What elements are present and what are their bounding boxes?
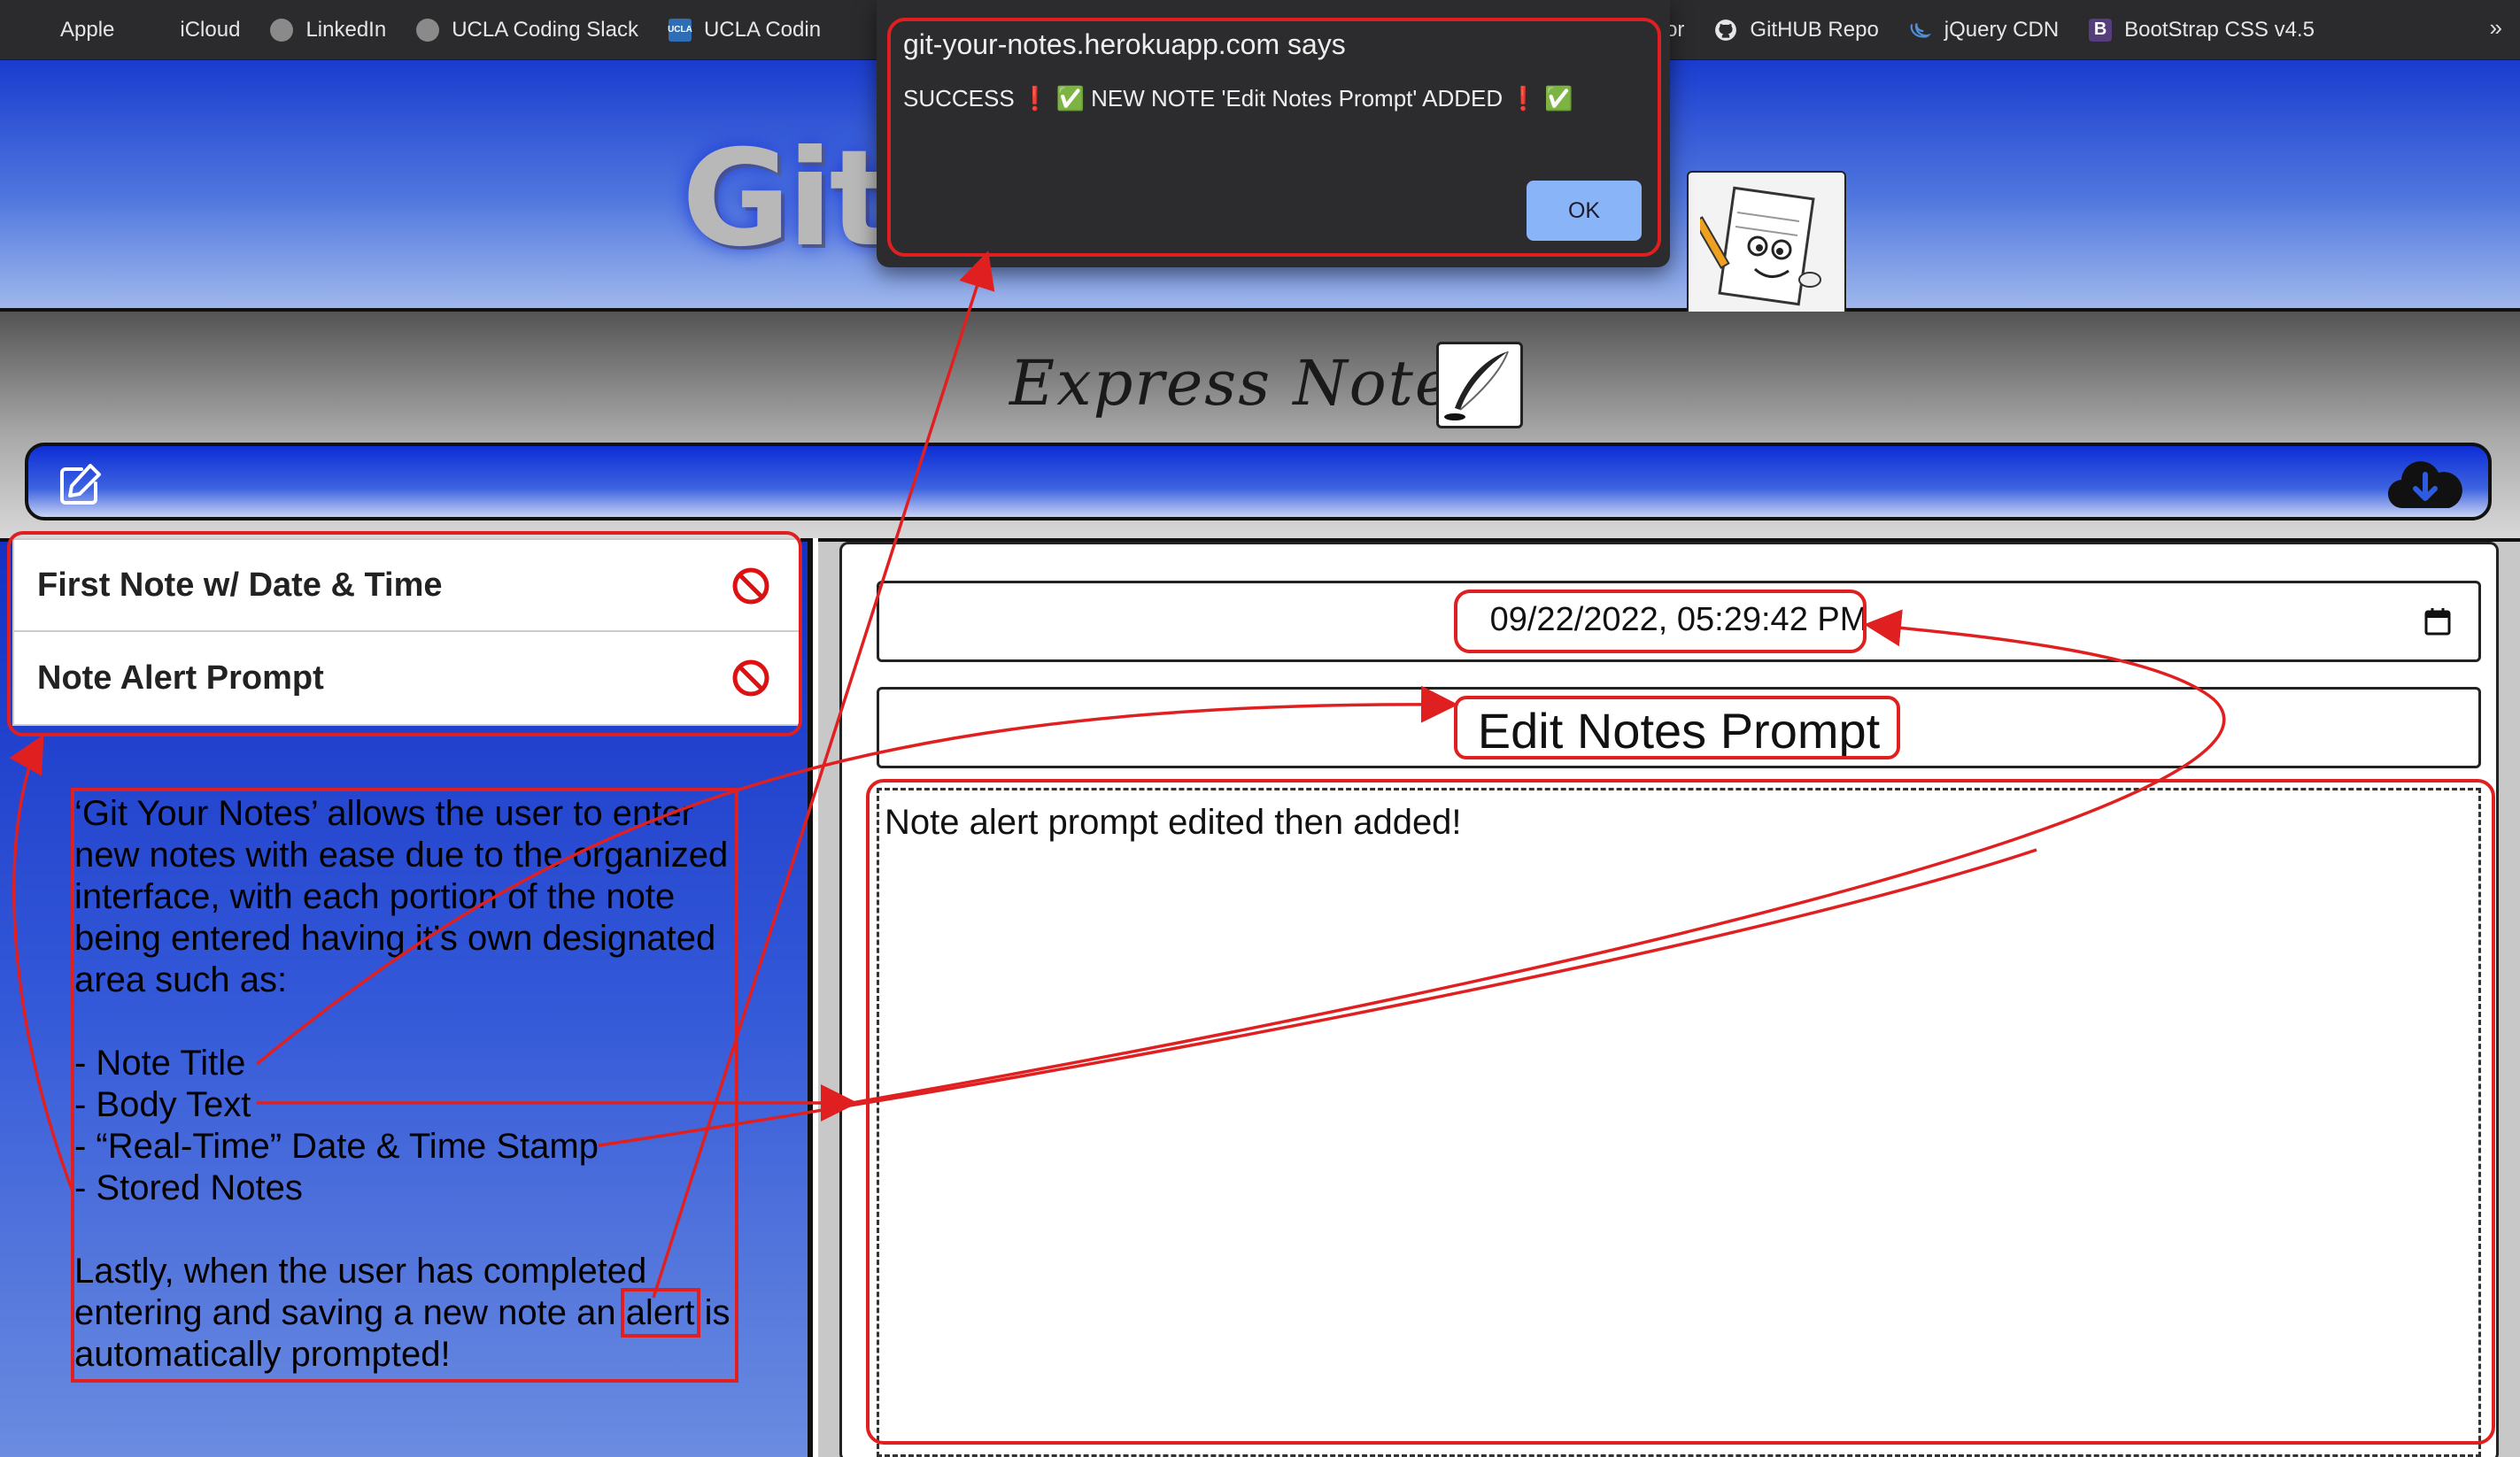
bookmark-ucla-slack[interactable]: UCLA Coding Slack [416, 18, 638, 42]
alert-dialog: git-your-notes.herokuapp.com says SUCCES… [877, 0, 1670, 267]
notes-toolbar [25, 443, 2492, 520]
list-item[interactable]: Note Alert Prompt [12, 632, 800, 726]
globe-icon [270, 18, 294, 42]
datetime-field[interactable]: 09/22/2022, 05:29:42 PM [877, 581, 2481, 662]
feature-item: - Stored Notes [74, 1168, 303, 1207]
bookmark-apple[interactable]: Apple [25, 18, 114, 42]
delete-note-icon[interactable] [731, 567, 770, 605]
feature-description: ‘Git Your Notes’ allows the user to ente… [74, 793, 733, 1417]
note-title: Note Alert Prompt [37, 659, 324, 697]
feature-list: - Note Title - Body Text - “Real-Time” D… [74, 1043, 733, 1209]
bookmark-github[interactable]: GitHUB Repo [1714, 18, 1879, 42]
new-note-edit-icon[interactable] [55, 460, 104, 510]
datetime-value: 09/22/2022, 05:29:42 PM [1489, 601, 1868, 638]
apple-icon [25, 19, 48, 42]
notepad-mascot-icon [1687, 171, 1846, 323]
saved-notes-list: First Note w/ Date & Time Note Alert Pro… [12, 538, 800, 731]
note-title: First Note w/ Date & Time [37, 566, 443, 604]
quill-icon [1436, 342, 1523, 428]
apple-icon [144, 19, 167, 42]
list-item[interactable]: First Note w/ Date & Time [12, 538, 800, 632]
save-cloud-download-icon[interactable] [2385, 455, 2465, 513]
app-title: Express Notes [1009, 347, 1488, 420]
bookmark-linkedin[interactable]: LinkedIn [270, 18, 386, 42]
bookmark-icloud[interactable]: iCloud [144, 18, 240, 42]
jquery-icon [1909, 19, 1932, 42]
description-intro: ‘Git Your Notes’ allows the user to ente… [74, 794, 729, 999]
github-icon [1714, 19, 1737, 42]
globe-icon [416, 18, 440, 42]
alert-message: SUCCESS ❗ ✅ NEW NOTE 'Edit Notes Prompt'… [903, 85, 1573, 112]
site-logo: Git [682, 122, 893, 276]
feature-item: - Body Text [74, 1085, 251, 1124]
alert-title: git-your-notes.herokuapp.com says [903, 28, 1346, 60]
feature-item: - Note Title [74, 1044, 246, 1083]
ucla-icon: UCLA [668, 18, 692, 42]
alert-ok-button[interactable]: OK [1527, 181, 1642, 241]
note-title-input[interactable]: Edit Notes Prompt [877, 687, 2481, 768]
note-body-textarea[interactable]: Note alert prompt edited then added! [877, 788, 2481, 1457]
bootstrap-icon: B [2089, 18, 2113, 42]
bookmarks-overflow-button[interactable]: » [2490, 14, 2502, 42]
description-closing: Lastly, when the user has completed ente… [74, 1252, 730, 1374]
bookmark-bootstrap[interactable]: B BootStrap CSS v4.5 [2089, 18, 2315, 42]
alert-highlight: alert [620, 1288, 700, 1338]
calendar-icon[interactable] [2423, 606, 2452, 636]
bookmark-jquery[interactable]: jQuery CDN [1909, 18, 2059, 42]
feature-item: - “Real-Time” Date & Time Stamp [74, 1127, 599, 1166]
bookmark-ucla-coding[interactable]: UCLA UCLA Codin [668, 18, 821, 42]
delete-note-icon[interactable] [731, 659, 770, 698]
